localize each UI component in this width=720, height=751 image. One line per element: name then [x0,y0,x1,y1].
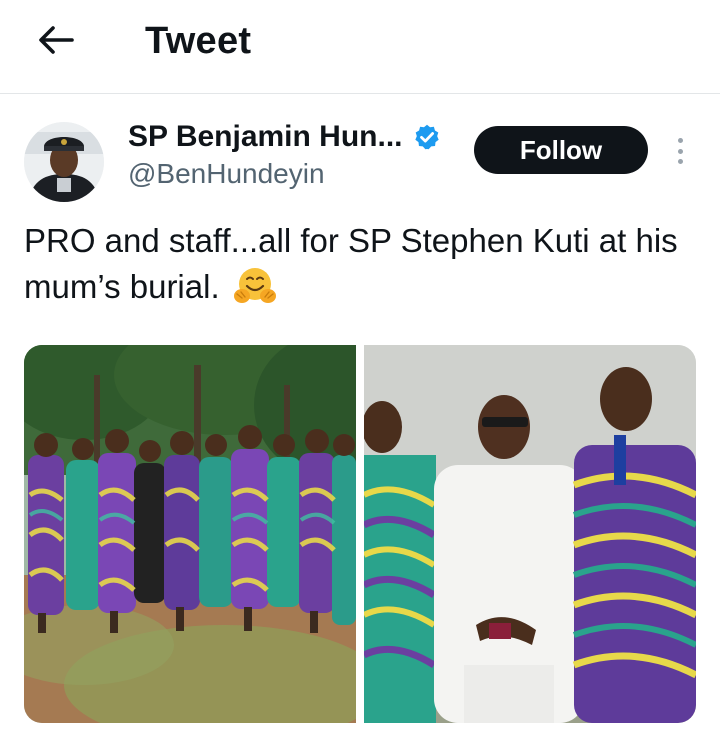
more-dot [677,148,683,154]
more-dot [677,159,683,164]
top-bar: Tweet [0,0,720,93]
author-handle[interactable]: @BenHundeyin [128,158,325,190]
author-name-row[interactable]: SP Benjamin Hun... [128,120,441,154]
profile-photo [24,122,104,202]
tweet-text: PRO and staff...all for SP Stephen Kuti … [24,222,678,305]
group-photo-image [24,345,356,723]
three-men-photo[interactable] [364,345,696,723]
tweet-media [24,345,696,723]
header-divider [0,93,720,94]
verified-badge-icon [414,124,439,150]
arrow-left-icon [39,26,74,54]
hugging-face-emoji-icon [233,268,276,303]
three-men-photo-image [364,345,696,723]
more-dot [677,138,683,143]
more-vertical-icon[interactable] [668,134,692,168]
avatar[interactable] [24,122,104,202]
back-button[interactable] [34,18,78,62]
display-name[interactable]: SP Benjamin Hun... [128,120,403,154]
group-photo[interactable] [24,345,356,723]
follow-button[interactable]: Follow [474,126,648,174]
page-title: Tweet [145,20,252,62]
tweet-text-container: PRO and staff...all for SP Stephen Kuti … [24,218,694,310]
